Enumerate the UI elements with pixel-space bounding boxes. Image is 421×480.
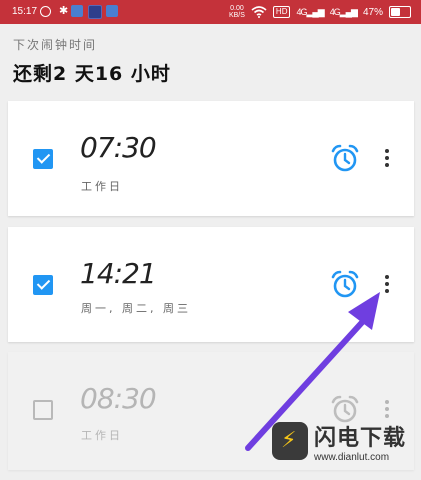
alarm-clock-icon[interactable] bbox=[329, 143, 361, 175]
next-alarm-label: 下次闹钟时间 bbox=[13, 38, 98, 52]
alarm-card[interactable]: 14:21 周一, 周二, 周三 bbox=[8, 227, 414, 342]
status-time: 15:17 bbox=[12, 6, 38, 17]
next-alarm-header: 下次闹钟时间 还剩2 天16 小时 bbox=[13, 36, 171, 86]
signal-icon: 4G▂▄▆ bbox=[296, 6, 324, 17]
battery-icon bbox=[389, 6, 411, 18]
signal-icon: 4G▂▄▆ bbox=[329, 6, 358, 17]
hd-badge: HD bbox=[272, 6, 291, 18]
alarm-time[interactable]: 07:30 bbox=[80, 131, 157, 164]
alarm-enable-checkbox[interactable] bbox=[33, 275, 53, 295]
wifi-icon bbox=[251, 6, 267, 18]
alarm-repeat-days: 周一, 周二, 周三 bbox=[81, 302, 191, 315]
alarm-enable-checkbox[interactable] bbox=[33, 149, 53, 169]
app-notification-icon bbox=[71, 5, 83, 17]
lightning-logo-icon bbox=[272, 422, 308, 460]
next-alarm-remaining: 还剩2 天16 小时 bbox=[13, 63, 171, 85]
more-options-icon[interactable] bbox=[381, 147, 393, 171]
app-notification-icon bbox=[106, 5, 118, 17]
watermark-title: 闪电下载 bbox=[314, 425, 407, 451]
more-options-icon[interactable] bbox=[381, 273, 393, 297]
alarm-card[interactable]: 07:30 工作日 bbox=[8, 101, 414, 216]
status-right: 0.00 KB/S HD 4G▂▄▆ 4G▂▄▆ 47% bbox=[229, 5, 411, 19]
alarm-enable-checkbox[interactable] bbox=[33, 400, 53, 420]
alarm-time[interactable]: 08:30 bbox=[80, 382, 157, 415]
watermark-url: www.dianlut.com bbox=[314, 451, 390, 463]
battery-text: 47% bbox=[362, 6, 383, 18]
alarm-status-icon bbox=[40, 6, 51, 17]
alarm-clock-icon[interactable] bbox=[329, 269, 361, 301]
watermark: 闪电下载 www.dianlut.com bbox=[272, 413, 420, 469]
status-bar: 15:17 ✱ 0.00 KB/S HD 4G▂▄▆ 4G▂▄▆ 47% bbox=[0, 0, 421, 24]
bluetooth-icon: ✱ bbox=[59, 5, 69, 17]
alarm-time[interactable]: 14:21 bbox=[80, 257, 157, 290]
alarm-repeat-days: 工作日 bbox=[81, 180, 123, 193]
app-notification-icon bbox=[88, 5, 102, 19]
alarm-repeat-days: 工作日 bbox=[81, 429, 123, 442]
net-speed: 0.00 KB/S bbox=[228, 5, 245, 19]
